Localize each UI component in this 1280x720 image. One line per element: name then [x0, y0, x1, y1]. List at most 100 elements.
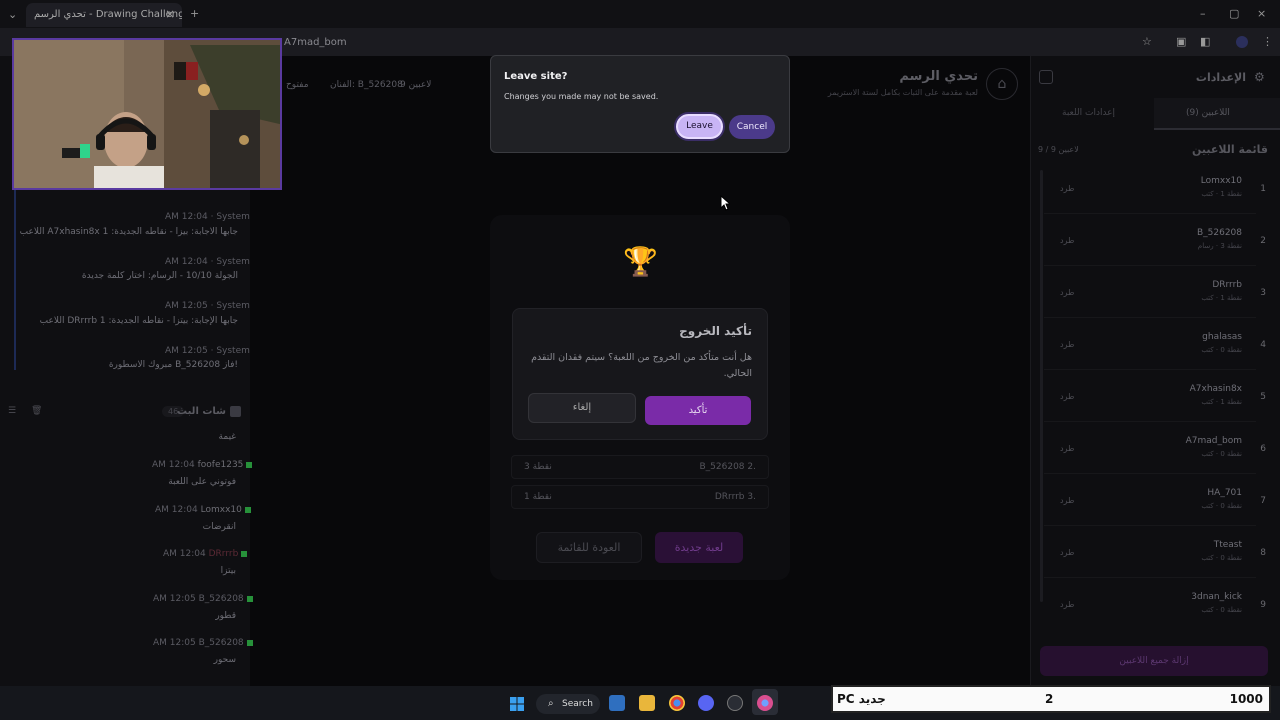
- remove-all-players-button[interactable]: إزالة جميع اللاعبين: [1040, 646, 1268, 676]
- chat-settings-icon[interactable]: ☰: [8, 406, 16, 416]
- collapse-panel-icon[interactable]: [1039, 70, 1053, 84]
- leave-button[interactable]: Leave: [676, 114, 723, 139]
- url-text[interactable]: A7mad_bom: [284, 37, 347, 48]
- kebab-menu-icon[interactable]: ⋮: [1262, 35, 1273, 48]
- log-meta: AM 12:04 · System: [165, 212, 250, 222]
- leave-dialog-message: Changes you made may not be saved.: [504, 92, 659, 101]
- kick-button[interactable]: طرد: [1060, 600, 1074, 609]
- confirm-dialog-message: هل أنت متأكد من الخروج من اللعبة؟ سيتم ف…: [531, 352, 752, 379]
- taskbar-search-label: Search: [562, 699, 593, 709]
- player-row: طرد DRrrrb نقطة 1 · كتب 3: [1044, 272, 1266, 318]
- kick-button[interactable]: طرد: [1060, 444, 1074, 453]
- new-tab-icon[interactable]: +: [190, 7, 199, 20]
- browser-tab-bar: ⌄ تحدي الرسم - Drawing Challenge × + – ▢…: [0, 0, 1280, 28]
- obs-icon[interactable]: [727, 695, 743, 711]
- new-game-button[interactable]: لعبة جديدة: [655, 532, 743, 563]
- trophy-icon: 🏆: [623, 245, 658, 278]
- search-icon: ⌕: [548, 698, 554, 709]
- player-row: طرد A7xhasin8x نقطة 1 · كتب 5: [1044, 376, 1266, 422]
- players-count: 9 لاعبين: [400, 80, 432, 90]
- player-row: طرد HA_701 نقطة 0 · كتب 7: [1044, 480, 1266, 526]
- kick-button[interactable]: طرد: [1060, 392, 1074, 401]
- score-row: B_526208 2. 3 نقطة: [511, 455, 769, 479]
- score-points: 3 نقطة: [524, 462, 552, 472]
- back-to-list-button[interactable]: العودة للقائمة: [536, 532, 642, 563]
- player-row: طرد A7mad_bom نقطة 0 · كتب 6: [1044, 428, 1266, 474]
- chat-message: بيتزا: [220, 566, 236, 576]
- minimize-icon[interactable]: –: [1200, 7, 1206, 20]
- windows-start-icon[interactable]: [510, 697, 524, 711]
- chat-meta: AM 12:04 Lomxx10: [155, 505, 251, 515]
- home-icon[interactable]: ⌂: [986, 68, 1018, 100]
- player-row: طرد Tteast نقطة 0 · كتب 8: [1044, 532, 1266, 578]
- log-message: اللاعب A7xhasin8x جابها الاجابة: بيزا - …: [19, 227, 238, 237]
- chat-message: غيمة: [218, 432, 236, 442]
- score-row: DRrrrb 3. 1 نقطة: [511, 485, 769, 509]
- close-window-icon[interactable]: ×: [1257, 7, 1266, 20]
- maximize-icon[interactable]: ▢: [1229, 7, 1239, 20]
- chrome-icon[interactable]: [669, 695, 685, 711]
- kick-button[interactable]: طرد: [1060, 184, 1074, 193]
- tab-game-settings[interactable]: إعدادات اللعبة: [1062, 108, 1115, 118]
- log-meta: AM 12:04 · System: [165, 257, 250, 267]
- task-view-icon[interactable]: [609, 695, 625, 711]
- mouse-cursor-icon: [720, 195, 730, 211]
- kick-button[interactable]: طرد: [1060, 340, 1074, 349]
- close-tab-icon[interactable]: ×: [165, 7, 175, 21]
- leave-dialog-title: Leave site?: [504, 71, 568, 82]
- player-list-count: 9 / 9 لاعبين: [1038, 145, 1079, 154]
- profile-avatar[interactable]: [1236, 36, 1248, 48]
- page-subtitle: لعبة مقدمة على الثبات بكامل لستة الاستري…: [827, 88, 978, 97]
- chat-message: قطور: [215, 611, 236, 621]
- discord-icon[interactable]: [698, 695, 714, 711]
- stream-score-overlay: PC جديد 2 1000: [831, 685, 1271, 713]
- confirm-button[interactable]: تأكيد: [645, 396, 751, 425]
- chat-message: سحور: [213, 655, 236, 665]
- chat-message: فوتوني على اللعبة: [168, 477, 236, 487]
- log-message: مبروك الاسطورة B_526208 فاز!: [108, 360, 238, 370]
- score-points: 1 نقطة: [524, 492, 552, 502]
- player-row: طرد Lomxx10 نقطة 1 · كتب 1: [1044, 168, 1266, 214]
- overlay-label: PC جديد: [837, 692, 886, 706]
- chat-meta: AM 12:04 DRrrrb: [163, 549, 248, 559]
- drawer-name: الفنان: B_526208: [330, 80, 403, 90]
- score-player: DRrrrb 3.: [714, 492, 756, 502]
- log-meta: AM 12:05 · System: [165, 346, 250, 356]
- puzzle-icon[interactable]: ◧: [1200, 35, 1210, 48]
- page-title: تحدي الرسم: [899, 69, 978, 84]
- chat-title: شات البث: [177, 406, 226, 417]
- log-message: الجولة 10/10 - الرسام: اختار كلمة جديدة: [81, 271, 238, 281]
- chat-meta: AM 12:05 B_526208: [153, 594, 253, 604]
- bookmark-star-icon[interactable]: ☆: [1142, 35, 1152, 48]
- webcam-overlay: [12, 38, 282, 190]
- streamer-camera-image: [14, 40, 280, 188]
- log-meta: AM 12:05 · System: [165, 301, 250, 311]
- kick-button[interactable]: طرد: [1060, 288, 1074, 297]
- room-status: مفتوح: [286, 80, 309, 90]
- cancel-leave-button[interactable]: Cancel: [729, 115, 775, 139]
- chat-message: انقرضات: [202, 522, 236, 532]
- extension-icon[interactable]: ▣: [1176, 35, 1186, 48]
- confirm-dialog-title: تأكيد الخروج: [679, 324, 752, 338]
- score-player: B_526208 2.: [699, 462, 757, 472]
- tab-title: تحدي الرسم - Drawing Challenge: [34, 9, 182, 20]
- trash-icon[interactable]: 🗑: [31, 406, 42, 416]
- player-list-scrollbar[interactable]: [1040, 170, 1043, 602]
- kick-button[interactable]: طرد: [1060, 548, 1074, 557]
- chat-meta: AM 12:04 foofe1235: [152, 460, 253, 470]
- overlay-right-value: 1000: [1229, 692, 1263, 706]
- player-row: طرد B_526208 نقطة 3 · رسام 2: [1044, 220, 1266, 266]
- settings-title: الإعدادات: [1195, 71, 1246, 84]
- tab-players-label: اللاعبين (9): [1186, 108, 1230, 118]
- player-row: طرد ghalasas نقطة 0 · كتب 4: [1044, 324, 1266, 370]
- file-explorer-icon[interactable]: [639, 695, 655, 711]
- browser-tab[interactable]: تحدي الرسم - Drawing Challenge ×: [26, 3, 182, 27]
- cancel-button[interactable]: إلغاء: [528, 393, 636, 423]
- log-message: اللاعب DRrrrb جابها الإجابة: بيتزا - نقا…: [39, 316, 238, 326]
- chrome-active-icon[interactable]: [757, 695, 773, 711]
- kick-button[interactable]: طرد: [1060, 496, 1074, 505]
- kick-button[interactable]: طرد: [1060, 236, 1074, 245]
- chat-icon: [230, 406, 241, 417]
- player-list-title: قائمة اللاعبين: [1192, 143, 1268, 156]
- tab-list-icon[interactable]: ⌄: [8, 8, 17, 21]
